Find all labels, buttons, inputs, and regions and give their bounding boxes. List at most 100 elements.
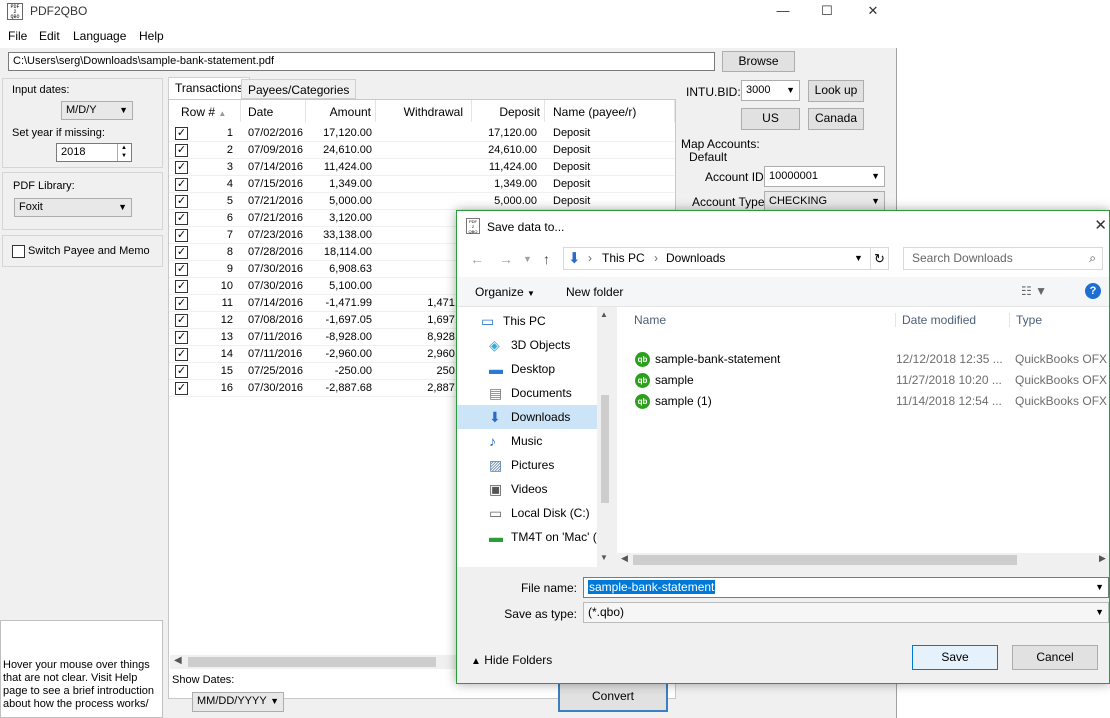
breadcrumb-this-pc[interactable]: This PC xyxy=(602,248,645,269)
col-name[interactable]: Name (payee/r) xyxy=(553,100,675,122)
dialog-close-icon[interactable]: ✕ xyxy=(1094,216,1107,234)
menu-edit[interactable]: Edit xyxy=(39,29,60,43)
nav-item-desktop[interactable]: ▬ Desktop xyxy=(457,357,597,381)
canada-button[interactable]: Canada xyxy=(808,108,864,130)
account-type-select[interactable]: CHECKING ▼ xyxy=(764,191,885,212)
search-icon: ⌕ xyxy=(1089,251,1096,265)
scroll-up-icon[interactable]: ▲ xyxy=(600,310,608,319)
cell-amount: 5,000.00 xyxy=(329,195,372,207)
us-button[interactable]: US xyxy=(741,108,800,130)
scrollbar-thumb[interactable] xyxy=(188,657,436,667)
nav-item-pictures[interactable]: ▨ Pictures xyxy=(457,453,597,477)
cell-date: 07/14/2016 xyxy=(248,161,304,173)
col-type[interactable]: Type xyxy=(1009,313,1042,327)
network-drive-icon: ▬ xyxy=(489,529,503,545)
refresh-icon[interactable]: ↻ xyxy=(870,248,888,269)
account-id-select[interactable]: 10000001 ▼ xyxy=(764,166,885,187)
nav-item-music[interactable]: ♪ Music xyxy=(457,429,597,453)
nav-item-tm4t-on-mac[interactable]: ▬ TM4T on 'Mac' ( xyxy=(457,525,597,549)
organize-button[interactable]: Organize ▼ xyxy=(475,285,535,299)
cell-date: 07/30/2016 xyxy=(248,263,304,275)
nav-item-documents[interactable]: ▤ Documents xyxy=(457,381,597,405)
cell-withdrawal: 2,887.6 xyxy=(427,382,464,394)
convert-button[interactable]: Convert xyxy=(558,680,668,712)
scroll-right-icon[interactable]: ▶ xyxy=(1099,553,1106,564)
dialog-toolbar: Organize ▼ New folder ☷ ▼ ? xyxy=(457,277,1109,307)
show-dates-select[interactable]: MM/DD/YYYY ▼ xyxy=(192,692,284,712)
col-row-num[interactable]: Row # ▲ xyxy=(181,100,241,122)
address-box[interactable]: ⬇ › This PC › Downloads ▼ ↻ xyxy=(563,247,889,270)
browse-button[interactable]: Browse xyxy=(722,51,795,72)
file-name-input[interactable]: sample-bank-statement ▼ xyxy=(583,577,1109,598)
recent-chevron-icon[interactable]: ▼ xyxy=(523,254,532,264)
nav-item-label: Downloads xyxy=(511,410,571,424)
scroll-down-icon[interactable]: ▼ xyxy=(600,553,608,562)
minimize-button[interactable]: — xyxy=(760,0,806,24)
menu-language[interactable]: Language xyxy=(73,29,126,43)
col-withdrawal[interactable]: Withdrawal xyxy=(380,100,472,122)
scroll-left-icon[interactable]: ◀ xyxy=(174,655,182,666)
nav-pane-scrollbar[interactable]: ▲ ▼ xyxy=(597,307,613,567)
tab-transactions[interactable]: Transactions xyxy=(168,77,251,100)
breadcrumb-downloads[interactable]: Downloads xyxy=(666,248,725,269)
nav-item-videos[interactable]: ▣ Videos xyxy=(457,477,597,501)
save-as-type-label: Save as type: xyxy=(504,607,577,621)
col-file-name[interactable]: Name xyxy=(634,313,666,327)
set-year-spinner[interactable]: 2018 ▲ ▼ xyxy=(56,143,132,162)
view-options-icon[interactable]: ☷ ▼ xyxy=(1021,284,1047,298)
table-row[interactable]: ✓ 2 07/09/2016 24,610.00 24,610.00 Deposit xyxy=(169,142,675,159)
tab-payees-categories[interactable]: Payees/Categories xyxy=(241,79,357,99)
file-list-item[interactable]: qb sample (1) 11/14/2018 12:54 ... QuickBoo… xyxy=(617,391,1109,412)
search-input[interactable]: Search Downloads ⌕ xyxy=(903,247,1103,270)
new-folder-button[interactable]: New folder xyxy=(566,285,623,299)
menu-help[interactable]: Help xyxy=(139,29,164,43)
scrollbar-thumb[interactable] xyxy=(601,395,609,503)
cancel-button[interactable]: Cancel xyxy=(1012,645,1098,670)
save-button[interactable]: Save xyxy=(912,645,998,670)
save-as-type-select[interactable]: (*.qbo) ▼ xyxy=(583,602,1109,623)
spinner-arrows-icon[interactable]: ▲ ▼ xyxy=(117,144,130,161)
chevron-down-icon[interactable]: ▼ xyxy=(1095,578,1104,597)
set-year-value: 2018 xyxy=(61,146,86,158)
quickbooks-file-icon: qb xyxy=(635,373,650,388)
col-date[interactable]: Date xyxy=(248,100,306,122)
col-date-modified[interactable]: Date modified xyxy=(895,313,976,327)
file-list-item[interactable]: qb sample-bank-statement 12/12/2018 12:35 … xyxy=(617,349,1109,370)
table-horizontal-scrollbar[interactable]: ◀ xyxy=(170,655,460,669)
file-list-item[interactable]: qb sample 11/27/2018 10:20 ... QuickBooks O… xyxy=(617,370,1109,391)
table-row[interactable]: ✓ 1 07/02/2016 17,120.00 17,120.00 Deposit xyxy=(169,125,675,142)
address-dropdown-icon[interactable]: ▼ xyxy=(854,248,863,269)
input-dates-select[interactable]: M/D/Y ▼ xyxy=(61,101,133,120)
file-type: QuickBooks OFX ... xyxy=(1015,394,1109,408)
maximize-button[interactable]: ☐ xyxy=(804,0,850,24)
pdf-library-select[interactable]: Foxit ▼ xyxy=(14,198,132,217)
file-name-value: sample-bank-statement xyxy=(588,580,716,594)
up-arrow-icon[interactable]: ↑ xyxy=(543,251,550,267)
table-row[interactable]: ✓ 4 07/15/2016 1,349.00 1,349.00 Deposit xyxy=(169,176,675,193)
col-amount[interactable]: Amount xyxy=(306,100,376,122)
intu-bid-select[interactable]: 3000 ▼ xyxy=(741,80,800,101)
close-button[interactable]: ✕ xyxy=(850,0,896,24)
chevron-down-icon: ▼ xyxy=(119,105,128,115)
nav-item-downloads[interactable]: ⬇ Downloads xyxy=(457,405,597,429)
lookup-button[interactable]: Look up xyxy=(808,80,864,102)
switch-payee-checkbox[interactable] xyxy=(12,245,25,258)
scroll-left-icon[interactable]: ◀ xyxy=(621,553,628,564)
menu-file[interactable]: File xyxy=(8,29,27,43)
nav-item-this-pc[interactable]: ▭ This PC xyxy=(457,309,597,333)
chevron-down-icon: ▼ xyxy=(871,196,880,206)
downloads-location-icon: ⬇ xyxy=(568,250,581,267)
back-arrow-icon[interactable]: ← xyxy=(470,251,484,267)
forward-arrow-icon[interactable]: → xyxy=(499,251,513,267)
nav-item-local-disk-c[interactable]: ▭ Local Disk (C:) xyxy=(457,501,597,525)
nav-item-3d-objects[interactable]: ◈ 3D Objects xyxy=(457,333,597,357)
file-path-input[interactable]: C:\Users\serg\Downloads\sample-bank-stat… xyxy=(8,52,715,71)
hide-folders-button[interactable]: ▲ Hide Folders xyxy=(471,653,552,667)
app-title: PDF2QBO xyxy=(30,4,88,18)
table-row[interactable]: ✓ 5 07/21/2016 5,000.00 5,000.00 Deposit xyxy=(169,193,675,210)
file-pane-horizontal-scrollbar[interactable]: ◀ ▶ xyxy=(617,553,1109,567)
table-row[interactable]: ✓ 3 07/14/2016 11,424.00 11,424.00 Deposit xyxy=(169,159,675,176)
help-icon[interactable]: ? xyxy=(1085,283,1101,299)
scrollbar-thumb[interactable] xyxy=(633,555,1017,565)
col-deposit[interactable]: Deposit xyxy=(473,100,545,122)
